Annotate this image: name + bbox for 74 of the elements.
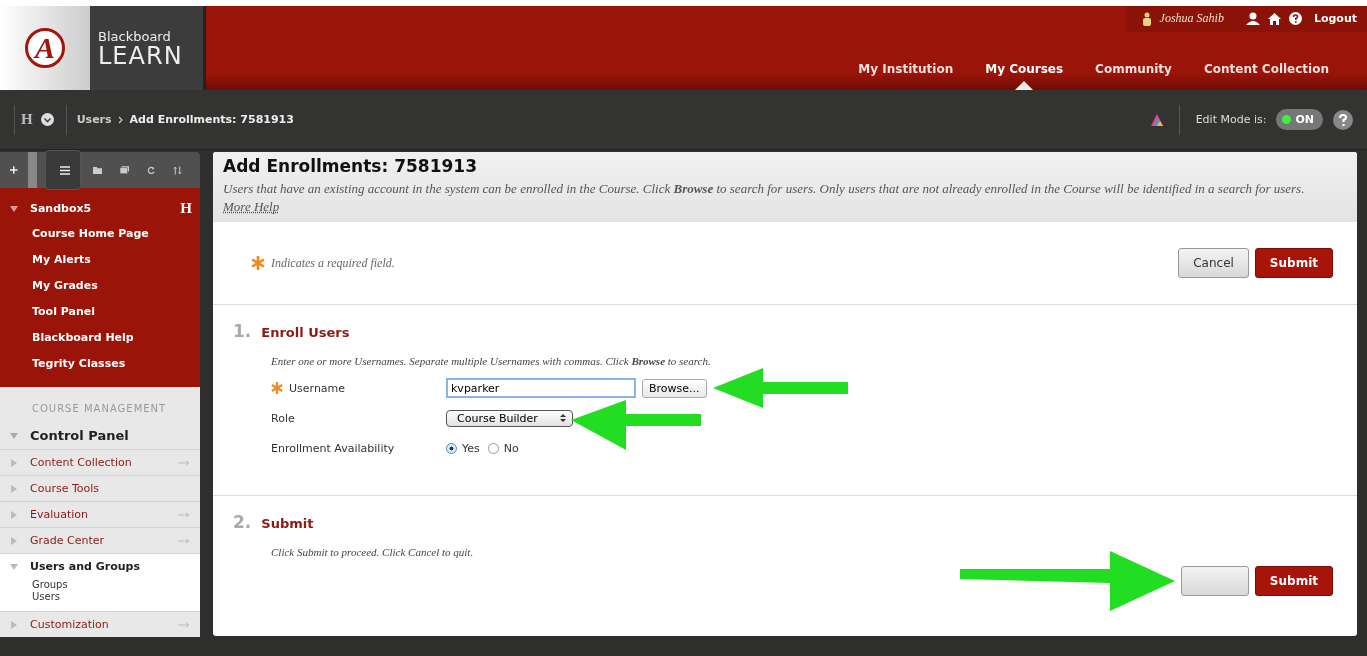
add-icon[interactable]: [10, 165, 18, 175]
more-help-link[interactable]: More Help: [223, 199, 280, 214]
control-panel-subitem[interactable]: Users: [0, 591, 200, 603]
cancel-button[interactable]: Cancel: [1178, 248, 1249, 278]
submit-button[interactable]: Submit: [1254, 566, 1333, 596]
home-icon[interactable]: [1267, 12, 1281, 25]
step-title: Enroll Users: [261, 325, 350, 340]
control-panel-item[interactable]: Users and Groups: [30, 560, 190, 573]
radio-option[interactable]: No: [487, 441, 519, 455]
course-menu-link[interactable]: Blackboard Help: [0, 325, 200, 351]
required-note: Indicates a required field.: [271, 255, 395, 271]
nav-tab[interactable]: My Courses: [969, 54, 1080, 90]
user-icon[interactable]: [1245, 12, 1260, 25]
control-panel-item[interactable]: Course Tools: [30, 482, 190, 495]
course-mark: H: [180, 200, 192, 217]
control-panel-item[interactable]: Grade Center: [30, 534, 178, 547]
folder-icon[interactable]: [92, 165, 102, 175]
field-label: Enrollment Availability: [271, 441, 395, 455]
step-instructions: Click Submit to proceed. Click Cancel to quit.: [271, 546, 475, 558]
required-asterisk-icon: [251, 256, 265, 270]
step-number: 2.: [233, 512, 252, 532]
page-description: Users that have an existing account in the system can be enrolled in the Course. Click Browse to search for users. Only users that are not already enrolled in the Course will be identified in a search for users.: [223, 181, 1305, 196]
page-title: Add Enrollments: 7581913: [223, 156, 478, 176]
control-panel-item[interactable]: Evaluation: [30, 508, 178, 521]
control-panel-subitem[interactable]: Groups: [0, 579, 200, 591]
sort-icon[interactable]: [172, 164, 182, 176]
submit-button[interactable]: Submit: [1254, 248, 1333, 278]
field-label: Role: [271, 411, 295, 425]
logo: Blackboard LEARN: [90, 6, 206, 90]
nav-tab[interactable]: My Institution: [842, 54, 970, 90]
list-view-tab[interactable]: [44, 150, 81, 190]
dropdown-icon[interactable]: [40, 113, 54, 126]
breadcrumb-item[interactable]: Users: [76, 113, 112, 126]
updown-icon: [559, 413, 566, 423]
course-menu-link[interactable]: My Alerts: [0, 247, 200, 273]
logout-link[interactable]: Logout: [1313, 12, 1357, 25]
expand-icon[interactable]: [10, 432, 18, 439]
radio-option[interactable]: Yes: [446, 441, 480, 455]
person-icon: [1141, 11, 1152, 26]
help-icon[interactable]: [1288, 12, 1302, 25]
course-menu-mark[interactable]: H: [21, 111, 33, 128]
logo-mark: A: [25, 28, 65, 68]
toolbar-handle: [27, 152, 37, 188]
browse-button[interactable]: Browse...: [642, 378, 707, 398]
username-field[interactable]: kvparker: [446, 378, 636, 398]
field-label: Username: [289, 381, 346, 395]
course-menu-link[interactable]: Course Home Page: [0, 221, 200, 247]
course-menu-link[interactable]: My Grades: [0, 273, 200, 299]
nav-tab[interactable]: Community: [1079, 54, 1188, 90]
window-icon[interactable]: [119, 165, 129, 175]
control-panel-item[interactable]: Customization: [30, 618, 178, 631]
cancel-button[interactable]: [1180, 566, 1249, 596]
edit-mode-toggle[interactable]: ON: [1276, 109, 1323, 130]
list-icon: [59, 165, 70, 175]
section-heading: COURSE MANAGEMENT: [31, 403, 168, 416]
control-panel-item[interactable]: Content Collection: [30, 456, 178, 469]
edit-mode-label: Edit Mode is:: [1195, 113, 1267, 126]
course-menu-link[interactable]: Tegrity Classes: [0, 351, 200, 377]
refresh-icon[interactable]: [146, 164, 155, 176]
role-select[interactable]: Course Builder: [446, 409, 573, 427]
step-number: 1.: [233, 321, 252, 341]
course-menu-link[interactable]: Tool Panel: [0, 299, 200, 325]
user-name[interactable]: Joshua Sahib: [1159, 11, 1224, 26]
expand-icon[interactable]: [10, 562, 18, 571]
control-panel-title[interactable]: Control Panel: [30, 428, 129, 443]
expand-icon[interactable]: [10, 205, 18, 212]
help-icon[interactable]: [1333, 109, 1353, 130]
step-instructions: Enter one or more Usernames. Separate multiple Usernames with commas. Click Browse to search.: [271, 355, 712, 367]
color-palette-icon[interactable]: [1150, 113, 1163, 126]
chevron-icon: [117, 115, 124, 124]
step-title: Submit: [261, 516, 314, 531]
course-title[interactable]: Sandbox5: [30, 202, 181, 215]
nav-tab[interactable]: Content Collection: [1187, 54, 1345, 90]
breadcrumb-item: Add Enrollments: 7581913: [129, 113, 294, 126]
